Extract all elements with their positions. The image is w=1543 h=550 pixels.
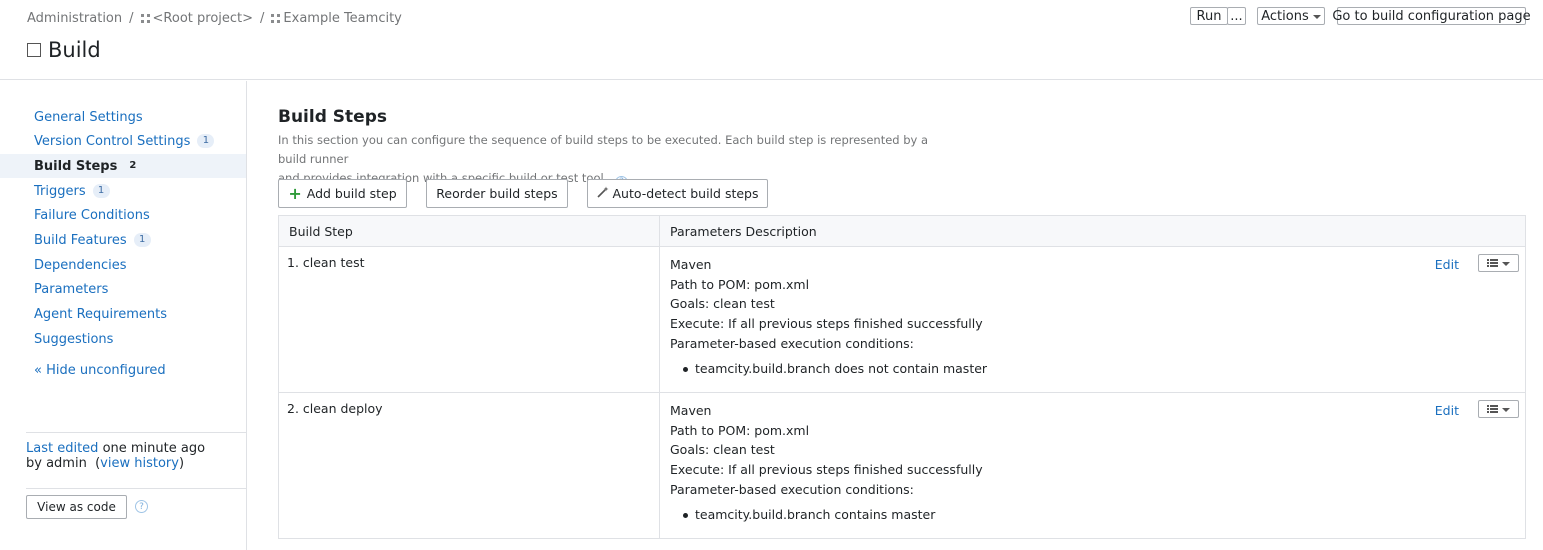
run-button-label: Run <box>1196 8 1222 24</box>
paren-open: ( <box>90 456 101 471</box>
count-badge: 1 <box>92 184 110 198</box>
chevron-down-icon <box>1502 262 1510 266</box>
step-pom: Path to POM: pom.xml <box>670 276 810 292</box>
sidebar-item-build-features[interactable]: Build Features 1 <box>0 228 246 252</box>
last-edited-time: one minute ago <box>102 441 206 456</box>
project-icon <box>271 13 281 23</box>
sidebar-item-version-control-settings[interactable]: Version Control Settings 1 <box>0 129 246 153</box>
view-as-code-button[interactable]: View as code <box>26 495 127 519</box>
column-header-parameters: Parameters Description <box>659 215 1526 247</box>
sidebar-item-label: Build Features <box>34 232 127 248</box>
chevron-down-icon <box>1312 15 1321 19</box>
hide-unconfigured-link[interactable]: « Hide unconfigured <box>34 363 166 378</box>
project-icon <box>140 13 150 23</box>
page-title: Build <box>27 38 101 62</box>
breadcrumb-root-project[interactable]: <Root project> <box>153 11 254 26</box>
view-history-link[interactable]: view history <box>100 456 179 471</box>
step-runner: Maven <box>670 257 712 272</box>
add-build-step-label: Add build step <box>306 186 397 201</box>
step-actions-menu-button[interactable] <box>1478 400 1519 418</box>
breadcrumb: Administration / <Root project> / Exampl… <box>27 9 402 27</box>
build-steps-table: Build Step Parameters Description 1. cle… <box>278 215 1526 539</box>
table-header-row: Build Step Parameters Description <box>278 215 1526 247</box>
step-runner: Maven <box>670 403 712 418</box>
step-pom: Path to POM: pom.xml <box>670 422 810 438</box>
sidebar: General Settings Version Control Setting… <box>0 81 247 550</box>
sidebar-item-general-settings[interactable]: General Settings <box>0 105 246 129</box>
add-build-step-button[interactable]: + Add build step <box>278 179 407 208</box>
run-button[interactable]: Run <box>1190 7 1228 25</box>
sidebar-divider <box>26 488 246 489</box>
last-edited-link[interactable]: Last edited <box>26 441 98 456</box>
last-edited-by: by admin <box>26 456 87 471</box>
edit-step-link[interactable]: Edit <box>1435 255 1459 275</box>
build-config-icon <box>27 43 41 57</box>
breadcrumb-separator: / <box>260 10 265 26</box>
breadcrumb-project[interactable]: Example Teamcity <box>283 11 401 26</box>
sidebar-item-label: Version Control Settings <box>34 133 191 149</box>
sidebar-item-parameters[interactable]: Parameters <box>0 277 246 301</box>
sidebar-item-label: Triggers <box>34 183 86 199</box>
count-badge: 1 <box>133 233 151 247</box>
list-icon <box>1487 259 1498 267</box>
page-header: Administration / <Root project> / Exampl… <box>0 0 1543 80</box>
sidebar-item-label: Dependencies <box>34 257 127 273</box>
run-options-label: ... <box>1230 8 1243 24</box>
table-row[interactable]: 1. clean test Maven Path to POM: pom.xml… <box>278 246 1526 393</box>
step-execute: Execute: If all previous steps finished … <box>670 462 983 478</box>
step-name: 2. clean deploy <box>278 392 660 539</box>
edit-step-link[interactable]: Edit <box>1435 401 1459 421</box>
breadcrumb-separator: / <box>129 10 134 26</box>
sidebar-item-label: Build Steps <box>34 158 118 174</box>
list-icon <box>1487 405 1498 413</box>
auto-detect-build-steps-label: Auto-detect build steps <box>612 186 759 201</box>
description-line: In this section you can configure the se… <box>278 133 929 166</box>
step-conditions-label: Parameter-based execution conditions: <box>670 481 914 497</box>
page-title-text: Build <box>48 38 101 62</box>
goto-build-config-button[interactable]: Go to build configuration page <box>1332 7 1531 25</box>
step-parameters: Maven Path to POM: pom.xml Goals: clean … <box>659 392 1526 539</box>
sidebar-item-label: Suggestions <box>34 331 114 347</box>
count-badge: 2 <box>129 160 137 171</box>
view-as-code-label: View as code <box>37 500 116 514</box>
column-header-build-step: Build Step <box>278 215 660 247</box>
plus-icon: + <box>288 183 302 203</box>
actions-dropdown[interactable]: Actions <box>1257 7 1325 25</box>
sidebar-item-label: Failure Conditions <box>34 207 150 223</box>
sidebar-item-label: Parameters <box>34 281 109 297</box>
chevron-down-icon <box>1502 408 1510 412</box>
step-conditions-label: Parameter-based execution conditions: <box>670 335 914 351</box>
magic-wand-icon <box>596 186 609 201</box>
sidebar-item-label: General Settings <box>34 109 143 125</box>
breadcrumb-administration[interactable]: Administration <box>27 11 122 26</box>
sidebar-item-agent-requirements[interactable]: Agent Requirements <box>0 302 246 326</box>
step-condition: teamcity.build.branch does not contain m… <box>670 359 1515 379</box>
step-parameters: Maven Path to POM: pom.xml Goals: clean … <box>659 246 1526 393</box>
sidebar-item-suggestions[interactable]: Suggestions <box>0 327 246 351</box>
section-title: Build Steps <box>278 107 387 127</box>
step-actions-menu-button[interactable] <box>1478 254 1519 272</box>
step-name: 1. clean test <box>278 246 660 393</box>
help-icon[interactable]: ? <box>135 500 148 513</box>
sidebar-item-dependencies[interactable]: Dependencies <box>0 253 246 277</box>
paren-close: ) <box>178 456 185 471</box>
run-options-button[interactable]: ... <box>1227 7 1246 25</box>
count-badge: 1 <box>197 134 215 148</box>
sidebar-item-label: Agent Requirements <box>34 306 167 322</box>
actions-label: Actions <box>1261 8 1309 24</box>
sidebar-item-build-steps[interactable]: Build Steps 2 <box>0 154 246 178</box>
reorder-build-steps-label: Reorder build steps <box>436 186 558 201</box>
table-row[interactable]: 2. clean deploy Maven Path to POM: pom.x… <box>278 392 1526 539</box>
goto-build-config-label: Go to build configuration page <box>1332 8 1531 24</box>
step-goals: Goals: clean test <box>670 296 775 312</box>
auto-detect-build-steps-button[interactable]: Auto-detect build steps <box>587 179 768 208</box>
sidebar-divider <box>26 432 246 433</box>
step-condition: teamcity.build.branch contains master <box>670 505 1515 525</box>
step-execute: Execute: If all previous steps finished … <box>670 316 983 332</box>
sidebar-item-failure-conditions[interactable]: Failure Conditions <box>0 203 246 227</box>
reorder-build-steps-button[interactable]: Reorder build steps <box>426 179 568 208</box>
last-edited-info: Last edited one minute ago by admin (vie… <box>26 441 205 471</box>
sidebar-item-triggers[interactable]: Triggers 1 <box>0 179 246 203</box>
step-goals: Goals: clean test <box>670 442 775 458</box>
